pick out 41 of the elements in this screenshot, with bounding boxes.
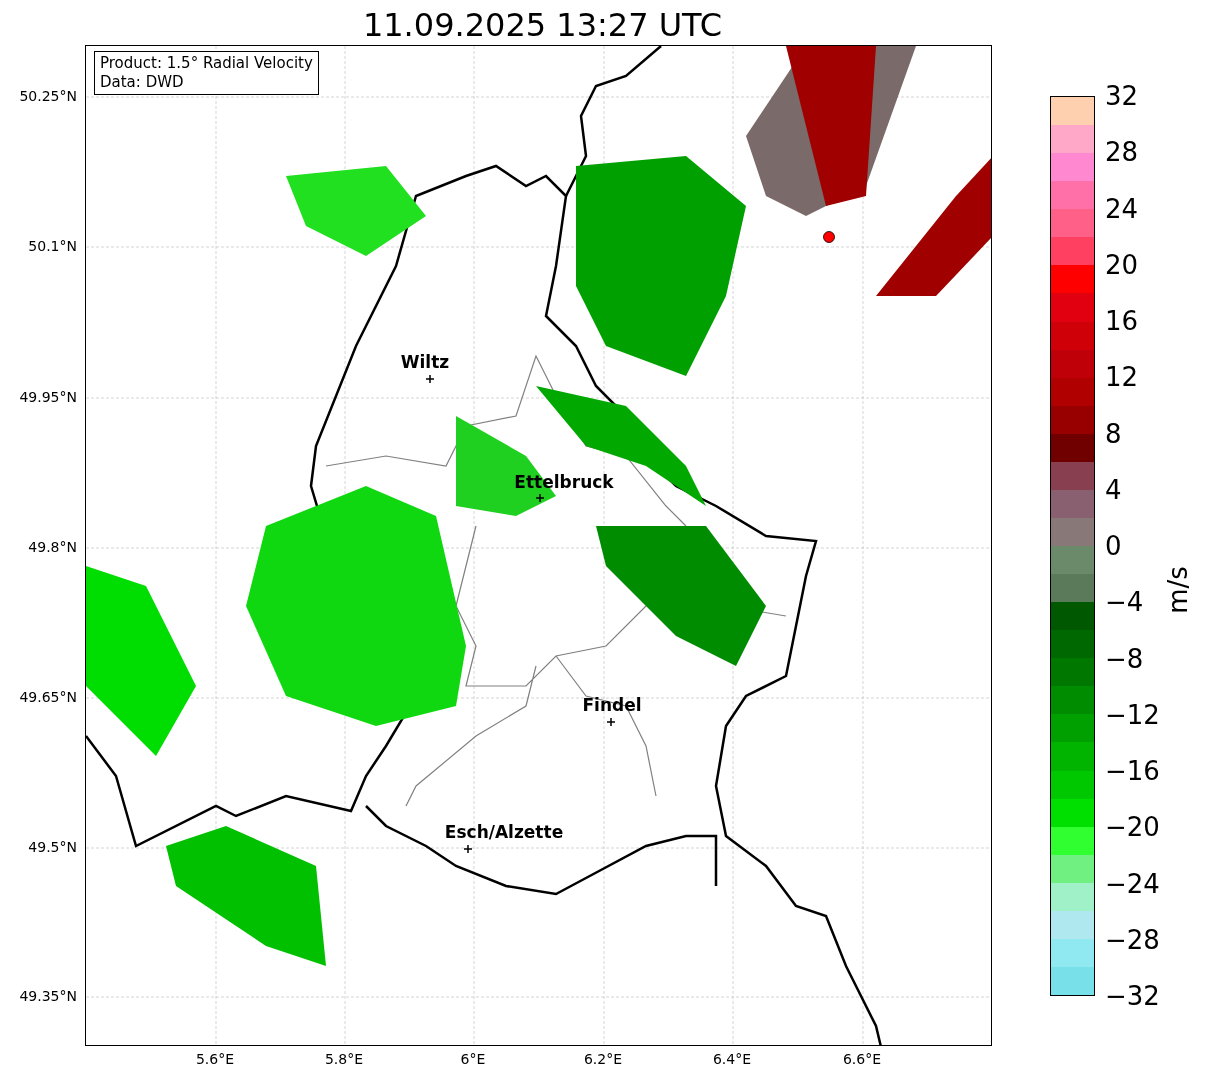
longitude-label: 6°E bbox=[460, 1051, 486, 1067]
colorbar-tick-label: 4 bbox=[1105, 474, 1122, 505]
colorbar-tick-label: 16 bbox=[1105, 306, 1139, 336]
colorbar-tick-label: −32 bbox=[1105, 981, 1160, 1011]
longitude-label: 5.6°E bbox=[195, 1051, 235, 1067]
colorbar-tick-label: −4 bbox=[1105, 587, 1144, 618]
colorbar-unit-label: m/s bbox=[1162, 566, 1193, 614]
city-label: Esch/Alzette bbox=[444, 822, 564, 842]
longitude-label: 6.4°E bbox=[712, 1051, 752, 1067]
city-marker-icon bbox=[536, 494, 544, 502]
colorbar-tick-label: 0 bbox=[1105, 531, 1122, 561]
city-marker-icon bbox=[426, 375, 434, 383]
city-label: Wiltz bbox=[400, 352, 450, 372]
latitude-label: 49.35°N bbox=[19, 988, 77, 1004]
colorbar-tick-label: 12 bbox=[1105, 362, 1139, 393]
city-marker-icon bbox=[464, 845, 472, 853]
colorbar-tick-label: −24 bbox=[1105, 868, 1160, 899]
colorbar-tick-label: −20 bbox=[1105, 812, 1160, 843]
latitude-label: 49.65°N bbox=[19, 689, 77, 705]
colorbar-tick-label: −16 bbox=[1105, 756, 1160, 786]
legend-text: Data: DWD bbox=[100, 73, 185, 92]
colorbar-tick-label: −8 bbox=[1105, 643, 1144, 674]
colorbar-tick-label: −12 bbox=[1105, 699, 1160, 730]
colorbar-tick-label: 20 bbox=[1105, 249, 1139, 280]
longitude-label: 6.2°E bbox=[583, 1051, 623, 1067]
colorbar-tick-label: 28 bbox=[1105, 137, 1139, 168]
colorbar-tick-label: −28 bbox=[1105, 924, 1160, 955]
latitude-label: 50.1°N bbox=[28, 238, 77, 254]
colorbar-tick-label: 32 bbox=[1105, 81, 1139, 111]
chart-title: 11.09.2025 13:27 UTC bbox=[361, 6, 724, 45]
longitude-label: 5.8°E bbox=[324, 1051, 364, 1067]
colorbar-tick-label: 24 bbox=[1105, 193, 1139, 224]
latitude-label: 49.5°N bbox=[28, 839, 77, 855]
latitude-label: 49.8°N bbox=[28, 539, 77, 555]
legend-text: Product: 1.5° Radial Velocity bbox=[100, 54, 313, 73]
city-marker-icon bbox=[607, 718, 615, 726]
city-label: Findel bbox=[582, 695, 642, 715]
latitude-label: 49.95°N bbox=[19, 389, 77, 405]
latitude-label: 50.25°N bbox=[19, 88, 77, 104]
longitude-label: 6.6°E bbox=[842, 1051, 882, 1067]
colorbar-tick-label: 8 bbox=[1105, 418, 1122, 449]
